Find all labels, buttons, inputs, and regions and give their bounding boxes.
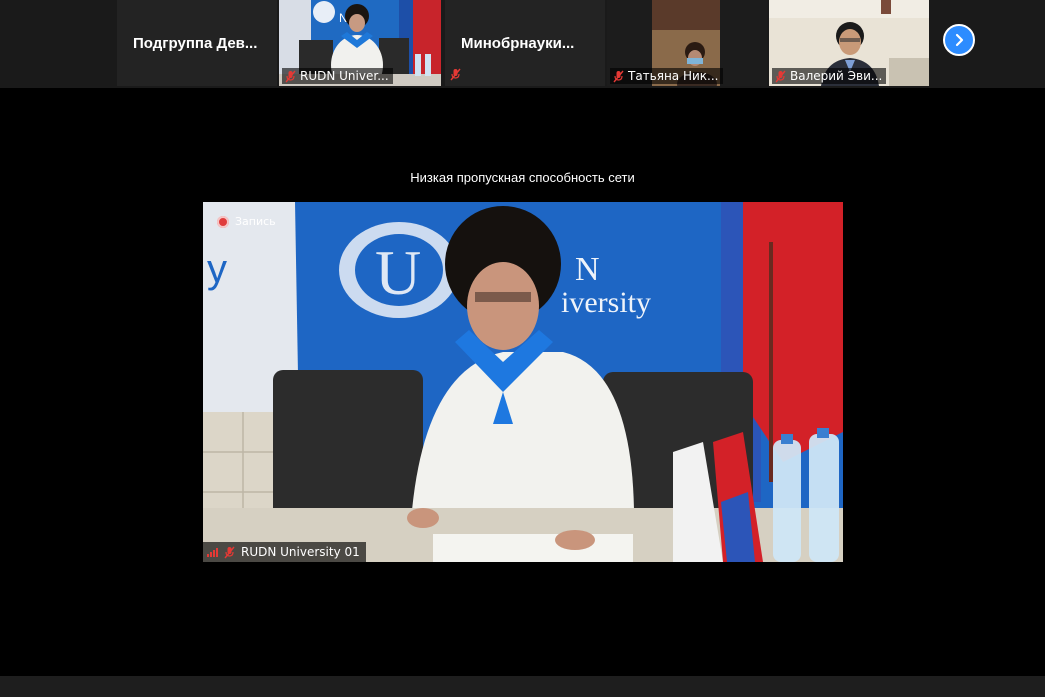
recording-indicator: Запись: [217, 215, 276, 228]
participant-tile-active[interactable]: N RUDN Univer...: [279, 0, 441, 86]
mic-muted-icon: [450, 68, 461, 81]
svg-text:N: N: [575, 251, 600, 288]
svg-text:U: U: [375, 237, 421, 308]
gallery-strip: Подгруппа Дев... N RUDN Univer... Минобр…: [0, 0, 1045, 88]
participant-caption: Валерий Эви...: [772, 68, 887, 84]
participant-tile[interactable]: Минобрнауки...: [445, 0, 605, 86]
participant-name: Минобрнауки...: [461, 34, 575, 52]
participant-tile[interactable]: Валерий Эви...: [769, 0, 929, 86]
participant-caption: Татьяна Ник...: [610, 68, 723, 84]
svg-text:iversity: iversity: [561, 286, 651, 319]
mic-muted-icon: [224, 546, 235, 558]
network-notice: Низкая пропускная способность сети: [410, 170, 635, 185]
speaker-caption: RUDN University 01: [203, 542, 366, 562]
mic-muted-icon: [285, 70, 296, 82]
svg-text:y: y: [207, 247, 227, 291]
participant-name: Татьяна Ник...: [628, 69, 719, 83]
signal-strength-icon: [207, 547, 218, 557]
mic-muted-icon: [775, 70, 786, 82]
participant-name: RUDN Univer...: [300, 69, 389, 83]
participant-tile[interactable]: Подгруппа Дев...: [117, 0, 277, 86]
record-icon: [217, 215, 229, 228]
mic-muted-icon: [613, 70, 624, 82]
meeting-controls-bar: [0, 676, 1045, 697]
recording-label: Запись: [235, 215, 276, 228]
main-speaker-video[interactable]: y U N iversity Запись RUDN University 01: [203, 202, 843, 562]
speaker-name: RUDN University 01: [241, 545, 360, 559]
participant-caption: RUDN Univer...: [282, 68, 393, 84]
speaker-video-frame: y U N iversity: [203, 202, 843, 562]
chevron-right-icon: [955, 33, 964, 47]
participant-name: Подгруппа Дев...: [133, 34, 258, 52]
next-page-button[interactable]: [943, 24, 975, 56]
participant-tile[interactable]: Татьяна Ник...: [607, 0, 767, 86]
participant-name: Валерий Эви...: [790, 69, 883, 83]
